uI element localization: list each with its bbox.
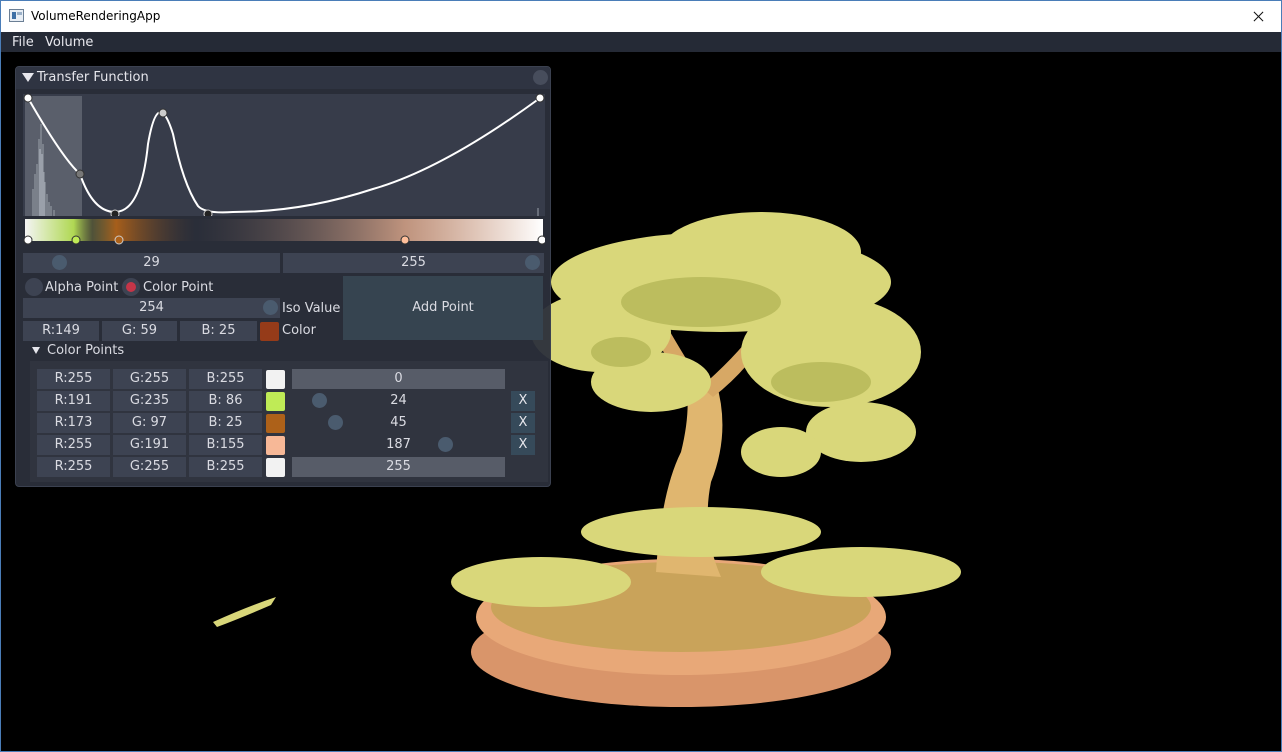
app-icon [9,9,24,22]
cp-swatch[interactable] [266,392,285,411]
cp-b-field[interactable]: B: 86 [189,391,262,411]
panel-title: Transfer Function [37,70,149,85]
cp-g-field[interactable]: G:255 [113,369,186,389]
range-min-slider[interactable]: 29 [23,253,280,273]
cp-position-slider[interactable]: 0 [292,369,505,389]
window-title: VolumeRenderingApp [31,9,161,23]
color-points-title[interactable]: Color Points [47,343,124,358]
cp-r-field[interactable]: R:255 [37,435,110,455]
color-swatch[interactable] [260,322,279,341]
cp-swatch[interactable] [266,414,285,433]
iso-value-slider[interactable]: 254 [23,298,280,318]
cp-r-field[interactable]: R:255 [37,457,110,477]
cp-b-field[interactable]: B: 25 [189,413,262,433]
cp-b-field[interactable]: B:255 [189,457,262,477]
cp-g-field[interactable]: G:235 [113,391,186,411]
range-max-value: 255 [401,255,426,270]
range-min-value: 29 [143,255,160,270]
cp-position-slider[interactable]: 255 [292,457,505,477]
cp-position-value: 24 [390,393,407,408]
cp-r-field[interactable]: R:191 [37,391,110,411]
color-label: Color [282,323,316,338]
app-window: VolumeRenderingApp File Volume Transfer … [0,0,1282,752]
panel-header[interactable]: Transfer Function [16,67,550,89]
color-point-radio[interactable] [122,278,140,296]
menu-file[interactable]: File [12,35,34,50]
cp-position-value: 45 [390,415,407,430]
iso-value-knob-icon[interactable] [263,300,278,315]
color-point-label: Color Point [143,280,214,295]
title-bar: VolumeRenderingApp [1,1,1281,32]
cp-swatch[interactable] [266,458,285,477]
menu-volume[interactable]: Volume [45,35,93,50]
histogram-highlight [25,96,82,216]
cp-slider-knob-icon[interactable] [312,393,327,408]
add-point-button[interactable]: Add Point [343,276,543,340]
range-min-knob-icon[interactable] [52,255,67,270]
cp-b-field[interactable]: B:155 [189,435,262,455]
cp-swatch[interactable] [266,370,285,389]
cp-g-field[interactable]: G:255 [113,457,186,477]
color-r-field[interactable]: R:149 [23,321,99,341]
transfer-function-panel: Transfer Function 29 255 Alpha Point Col… [15,66,551,487]
cp-position-value: 187 [386,437,411,452]
alpha-point-label: Alpha Point [45,280,119,295]
alpha-curve-editor[interactable] [23,94,545,216]
cp-g-field[interactable]: G:191 [113,435,186,455]
cp-position-slider[interactable]: 45 [292,413,505,433]
remove-point-button[interactable]: X [511,435,535,455]
cp-slider-knob-icon[interactable] [328,415,343,430]
cp-b-field[interactable]: B:255 [189,369,262,389]
remove-point-button[interactable]: X [511,413,535,433]
color-points-collapse-icon[interactable] [32,347,40,354]
cp-g-field[interactable]: G: 97 [113,413,186,433]
alpha-point-radio[interactable] [25,278,43,296]
close-button[interactable] [1235,1,1281,32]
iso-value: 254 [139,300,164,315]
panel-close-circle-icon[interactable] [533,70,548,85]
cp-r-field[interactable]: R:173 [37,413,110,433]
color-g-field[interactable]: G: 59 [102,321,177,341]
cp-swatch[interactable] [266,436,285,455]
range-max-slider[interactable]: 255 [283,253,544,273]
cp-position-slider[interactable]: 24 [292,391,505,411]
menu-bar: File Volume [1,32,1281,52]
cp-r-field[interactable]: R:255 [37,369,110,389]
iso-value-label: Iso Value [282,301,341,316]
color-points-table: R:255 G:255 B:255 0 R:191 G:235 B: 86 24… [30,361,548,482]
range-max-knob-icon[interactable] [525,255,540,270]
color-b-field[interactable]: B: 25 [180,321,257,341]
cp-position-slider[interactable]: 187 [292,435,505,455]
collapse-arrow-icon[interactable] [22,73,34,82]
radio-selected-dot-icon [126,282,136,292]
remove-point-button[interactable]: X [511,391,535,411]
cp-slider-knob-icon[interactable] [438,437,453,452]
color-gradient-bar[interactable] [23,219,545,247]
